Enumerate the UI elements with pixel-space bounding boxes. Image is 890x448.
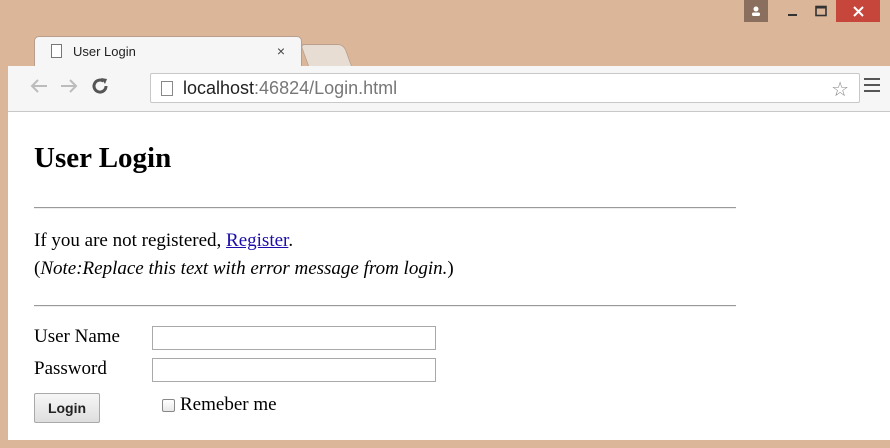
page-icon: [51, 44, 62, 58]
window-border: [0, 440, 890, 448]
remember-me-checkbox[interactable]: [162, 399, 175, 412]
close-window-button[interactable]: [836, 0, 880, 22]
tab-close-icon[interactable]: ×: [277, 43, 285, 59]
page-title: User Login: [34, 142, 172, 174]
url-text: localhost:46824/Login.html: [183, 78, 398, 98]
tab-user-login[interactable]: User Login ×: [34, 36, 302, 66]
page-icon: [161, 81, 173, 96]
registration-message: If you are not registered, Register.: [34, 230, 294, 251]
divider: [34, 207, 736, 209]
bookmark-star-icon[interactable]: ☆: [831, 77, 849, 102]
password-label: Password: [34, 358, 107, 379]
login-button[interactable]: Login: [34, 393, 100, 423]
error-note: (Note:Replace this text with error messa…: [34, 258, 454, 279]
forward-arrow-icon[interactable]: [60, 76, 78, 98]
tab-title: User Login: [73, 44, 136, 59]
browser-toolbar: localhost:46824/Login.html ☆: [8, 66, 890, 112]
minimize-button[interactable]: [780, 0, 806, 22]
register-link[interactable]: Register: [226, 230, 288, 251]
window-controls: [744, 0, 880, 22]
maximize-button[interactable]: [806, 0, 836, 22]
remember-me-label: Remeber me: [180, 394, 277, 415]
address-bar[interactable]: localhost:46824/Login.html ☆: [150, 73, 860, 103]
menu-icon[interactable]: [864, 78, 880, 96]
new-tab-button[interactable]: [299, 44, 353, 66]
user-profile-icon[interactable]: [744, 0, 768, 22]
username-field[interactable]: [152, 326, 436, 350]
password-field[interactable]: [152, 358, 436, 382]
divider: [34, 305, 736, 307]
browser-window: User Login × localhost:46824/Login.html …: [0, 0, 890, 448]
back-arrow-icon[interactable]: [30, 76, 48, 98]
page-content: User Login If you are not registered, Re…: [8, 112, 890, 440]
username-label: User Name: [34, 326, 120, 347]
reload-icon[interactable]: [90, 76, 110, 100]
